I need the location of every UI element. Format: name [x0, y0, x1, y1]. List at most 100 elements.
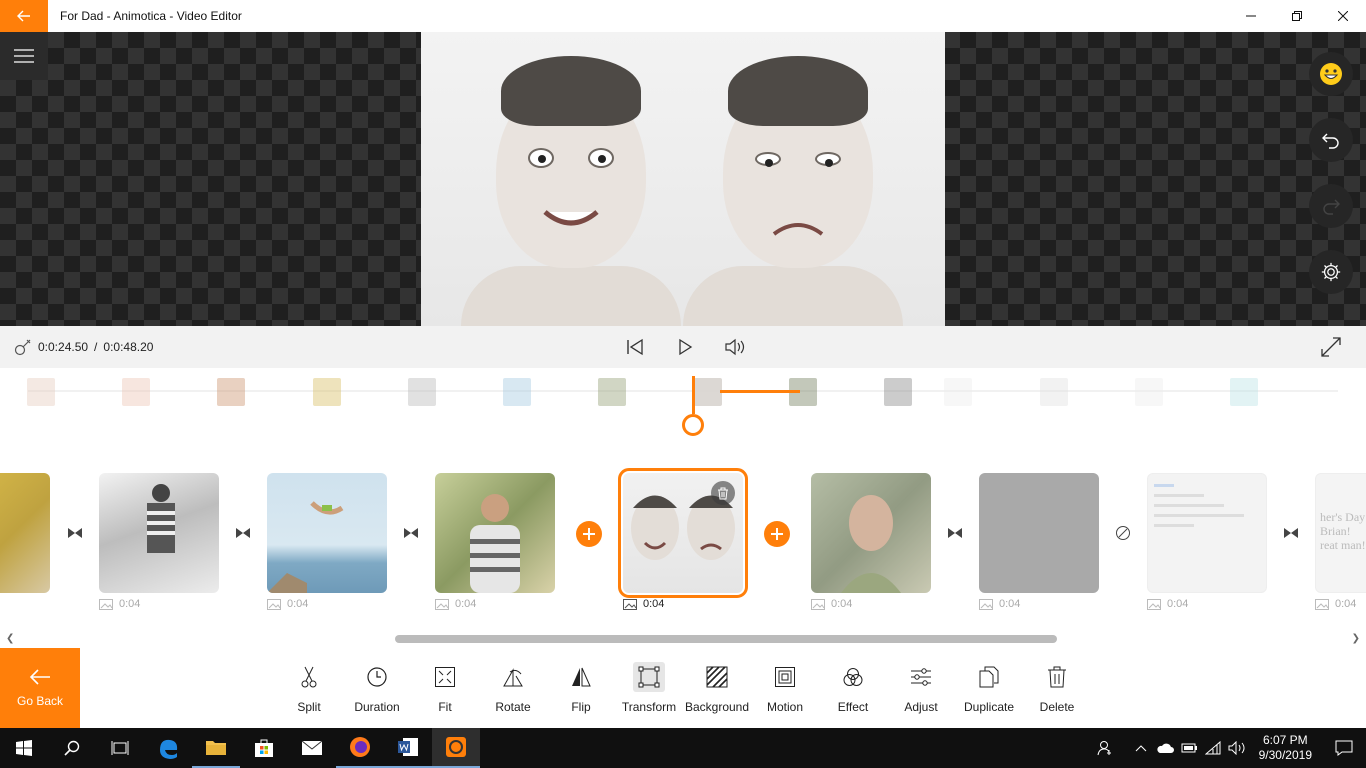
transition-icon — [1284, 528, 1298, 538]
clip-thumbnail[interactable] — [1147, 473, 1267, 593]
adjust-button[interactable]: Adjust — [887, 648, 955, 728]
clip-thumbnail[interactable] — [435, 473, 555, 593]
word-app[interactable] — [384, 728, 432, 768]
volume-tray-button[interactable] — [1225, 728, 1249, 768]
search-button[interactable] — [48, 728, 96, 768]
selected-clip[interactable] — [618, 468, 748, 598]
delete-clip-button[interactable] — [711, 481, 735, 505]
store-app[interactable] — [240, 728, 288, 768]
transition-timer-button[interactable] — [1113, 523, 1133, 543]
mini-thumb — [27, 378, 55, 406]
add-clip-button[interactable] — [576, 521, 602, 547]
transition-button[interactable] — [233, 523, 253, 543]
edge-app[interactable] — [144, 728, 192, 768]
time-separator: / — [94, 340, 98, 354]
duplicate-button[interactable]: Duplicate — [955, 648, 1023, 728]
transition-icon — [236, 528, 250, 538]
wifi-button[interactable] — [1201, 728, 1225, 768]
mini-thumb — [217, 378, 245, 406]
edge-icon — [160, 739, 178, 759]
add-clip-button[interactable] — [764, 521, 790, 547]
skip-to-start-button[interactable] — [622, 334, 648, 360]
image-icon — [979, 598, 993, 610]
tool-buttons: Split Duration Fit Rotate Flip Transform — [275, 648, 1091, 728]
playhead-handle[interactable] — [682, 414, 704, 436]
transform-button[interactable]: Transform — [615, 648, 683, 728]
animotica-app-icon[interactable] — [432, 728, 480, 768]
rotate-button[interactable]: Rotate — [479, 648, 547, 728]
clip-thumbnail[interactable] — [979, 473, 1099, 593]
taskbar-apps — [0, 728, 480, 768]
transition-button[interactable] — [945, 523, 965, 543]
fullscreen-button[interactable] — [1320, 336, 1342, 363]
battery-button[interactable] — [1177, 728, 1201, 768]
transition-button[interactable] — [65, 523, 85, 543]
image-icon — [1315, 598, 1329, 610]
image-icon — [1147, 598, 1161, 610]
clip-duration: 0:04 — [979, 598, 1020, 610]
system-clock[interactable]: 6:07 PM 9/30/2019 — [1259, 733, 1312, 763]
action-center-button[interactable] — [1322, 728, 1366, 768]
clip-thumbnail[interactable] — [811, 473, 931, 593]
preview-frame — [421, 32, 945, 326]
mini-thumb — [598, 378, 626, 406]
clip-thumbnail[interactable] — [0, 473, 50, 593]
back-arrow-icon — [17, 10, 30, 22]
task-view-button[interactable] — [96, 728, 144, 768]
timeline-overview[interactable] — [0, 368, 1366, 448]
clip-thumbnail[interactable]: her's Day Brian! reat man! — [1315, 473, 1366, 593]
duration-button[interactable]: Duration — [343, 648, 411, 728]
flip-icon — [572, 667, 591, 687]
system-tray: 6:07 PM 9/30/2019 — [1093, 728, 1366, 768]
scroll-left-icon[interactable]: ❮ — [6, 633, 14, 644]
motion-icon — [775, 667, 795, 687]
flip-button[interactable]: Flip — [547, 648, 615, 728]
motion-button[interactable]: Motion — [751, 648, 819, 728]
delete-button[interactable]: Delete — [1023, 648, 1091, 728]
transition-icon — [948, 528, 962, 538]
selection-range — [720, 390, 800, 393]
transition-button[interactable] — [401, 523, 421, 543]
redo-button[interactable] — [1309, 184, 1353, 228]
show-hidden-icons-button[interactable] — [1129, 728, 1153, 768]
split-button[interactable]: Split — [275, 648, 343, 728]
sticker-button[interactable] — [1309, 52, 1353, 96]
total-time: 0:0:48.20 — [103, 340, 154, 354]
play-button[interactable] — [672, 334, 698, 360]
file-explorer-app[interactable] — [192, 728, 240, 768]
scrollbar-thumb[interactable] — [395, 635, 1057, 643]
firefox-app[interactable] — [336, 728, 384, 768]
restore-button[interactable] — [1274, 0, 1320, 32]
go-back-button[interactable]: Go Back — [0, 648, 80, 728]
mini-thumb — [1040, 378, 1068, 406]
start-button[interactable] — [0, 728, 48, 768]
fit-button[interactable]: Fit — [411, 648, 479, 728]
settings-button[interactable] — [1309, 250, 1353, 294]
clip-thumbnail[interactable] — [267, 473, 387, 593]
mail-icon — [301, 740, 323, 755]
edit-toolbar: Go Back Split Duration Fit Rotate Flip T… — [0, 648, 1366, 728]
clip-thumbnail[interactable] — [99, 473, 219, 593]
close-button[interactable] — [1320, 0, 1366, 32]
transition-icon — [404, 528, 418, 538]
trash-icon — [1048, 666, 1066, 688]
scroll-right-icon[interactable]: ❯ — [1352, 633, 1360, 644]
minimize-button[interactable] — [1228, 0, 1274, 32]
mail-app[interactable] — [288, 728, 336, 768]
animotica-app: For Dad - Animotica - Video Editor 0:0:2… — [0, 0, 1366, 768]
effect-button[interactable]: Effect — [819, 648, 887, 728]
transition-button[interactable] — [1281, 523, 1301, 543]
onedrive-button[interactable] — [1153, 728, 1177, 768]
timeline-scrollbar[interactable]: ❮ ❯ — [0, 632, 1366, 646]
undo-button[interactable] — [1309, 118, 1353, 162]
wifi-icon — [1204, 741, 1221, 755]
background-button[interactable]: Background — [683, 648, 751, 728]
menu-button[interactable] — [0, 32, 48, 80]
firefox-icon — [350, 737, 370, 757]
volume-button[interactable] — [722, 334, 748, 360]
back-arrow-button[interactable] — [0, 0, 48, 32]
restore-icon — [1292, 11, 1302, 21]
people-button[interactable] — [1093, 728, 1117, 768]
mini-thumb — [884, 378, 912, 406]
word-icon — [398, 738, 418, 756]
